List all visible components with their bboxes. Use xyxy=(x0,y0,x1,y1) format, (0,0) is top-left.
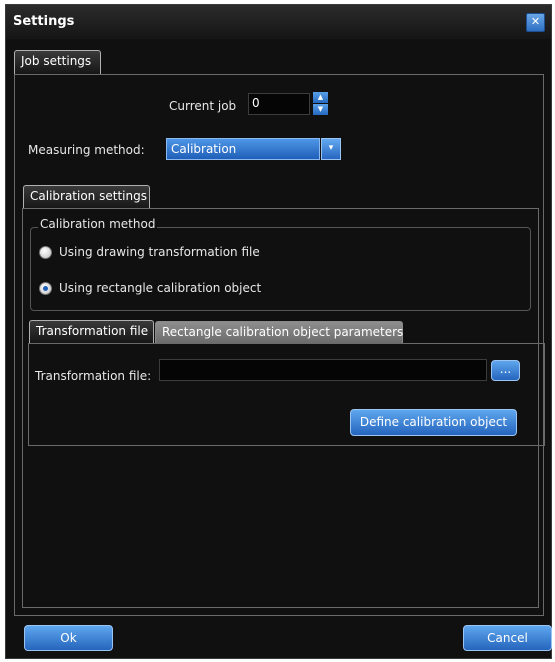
tab-calibration-settings-label: Calibration settings xyxy=(30,189,147,203)
tab-job-settings-label: Job settings xyxy=(21,54,92,68)
tab-rectangle-parameters[interactable]: Rectangle calibration object parameters xyxy=(155,321,403,343)
current-job-input[interactable]: 0 xyxy=(248,93,310,115)
chevron-down-icon[interactable]: ▾ xyxy=(321,138,341,160)
spin-down-icon[interactable]: ▼ xyxy=(313,104,328,115)
current-job-label: Current job xyxy=(169,99,237,113)
tab-calibration-settings[interactable]: Calibration settings xyxy=(23,185,150,209)
title-bar[interactable]: Settings ✕ xyxy=(6,5,551,39)
tab-job-settings[interactable]: Job settings xyxy=(14,50,101,74)
calibration-method-legend: Calibration method xyxy=(38,217,158,231)
ok-button[interactable]: Ok xyxy=(24,625,113,651)
tab-transformation-file[interactable]: Transformation file xyxy=(29,320,154,343)
close-icon[interactable]: ✕ xyxy=(526,13,545,32)
radio-drawing-transformation[interactable] xyxy=(39,246,52,259)
tab-transformation-file-label: Transformation file xyxy=(36,324,149,338)
radio-rectangle-calibration[interactable] xyxy=(39,282,52,295)
measuring-method-label: Measuring method: xyxy=(28,143,145,157)
measuring-method-select[interactable]: Calibration xyxy=(166,138,320,160)
spin-up-icon[interactable]: ▲ xyxy=(313,92,328,103)
transformation-file-input[interactable] xyxy=(159,359,487,381)
browse-button[interactable]: ... xyxy=(491,360,520,381)
settings-dialog: Settings ✕ Job settings Current job 0 ▲ … xyxy=(5,4,552,659)
cancel-button[interactable]: Cancel xyxy=(463,625,552,651)
transformation-file-label: Transformation file: xyxy=(35,369,152,383)
calibration-method-group xyxy=(30,227,531,311)
tab-rectangle-parameters-label: Rectangle calibration object parameters xyxy=(162,325,404,339)
radio-drawing-transformation-label[interactable]: Using drawing transformation file xyxy=(59,245,260,259)
define-calibration-object-button[interactable]: Define calibration object xyxy=(350,409,517,436)
dialog-title: Settings xyxy=(13,14,75,29)
radio-rectangle-calibration-label[interactable]: Using rectangle calibration object xyxy=(59,281,261,295)
